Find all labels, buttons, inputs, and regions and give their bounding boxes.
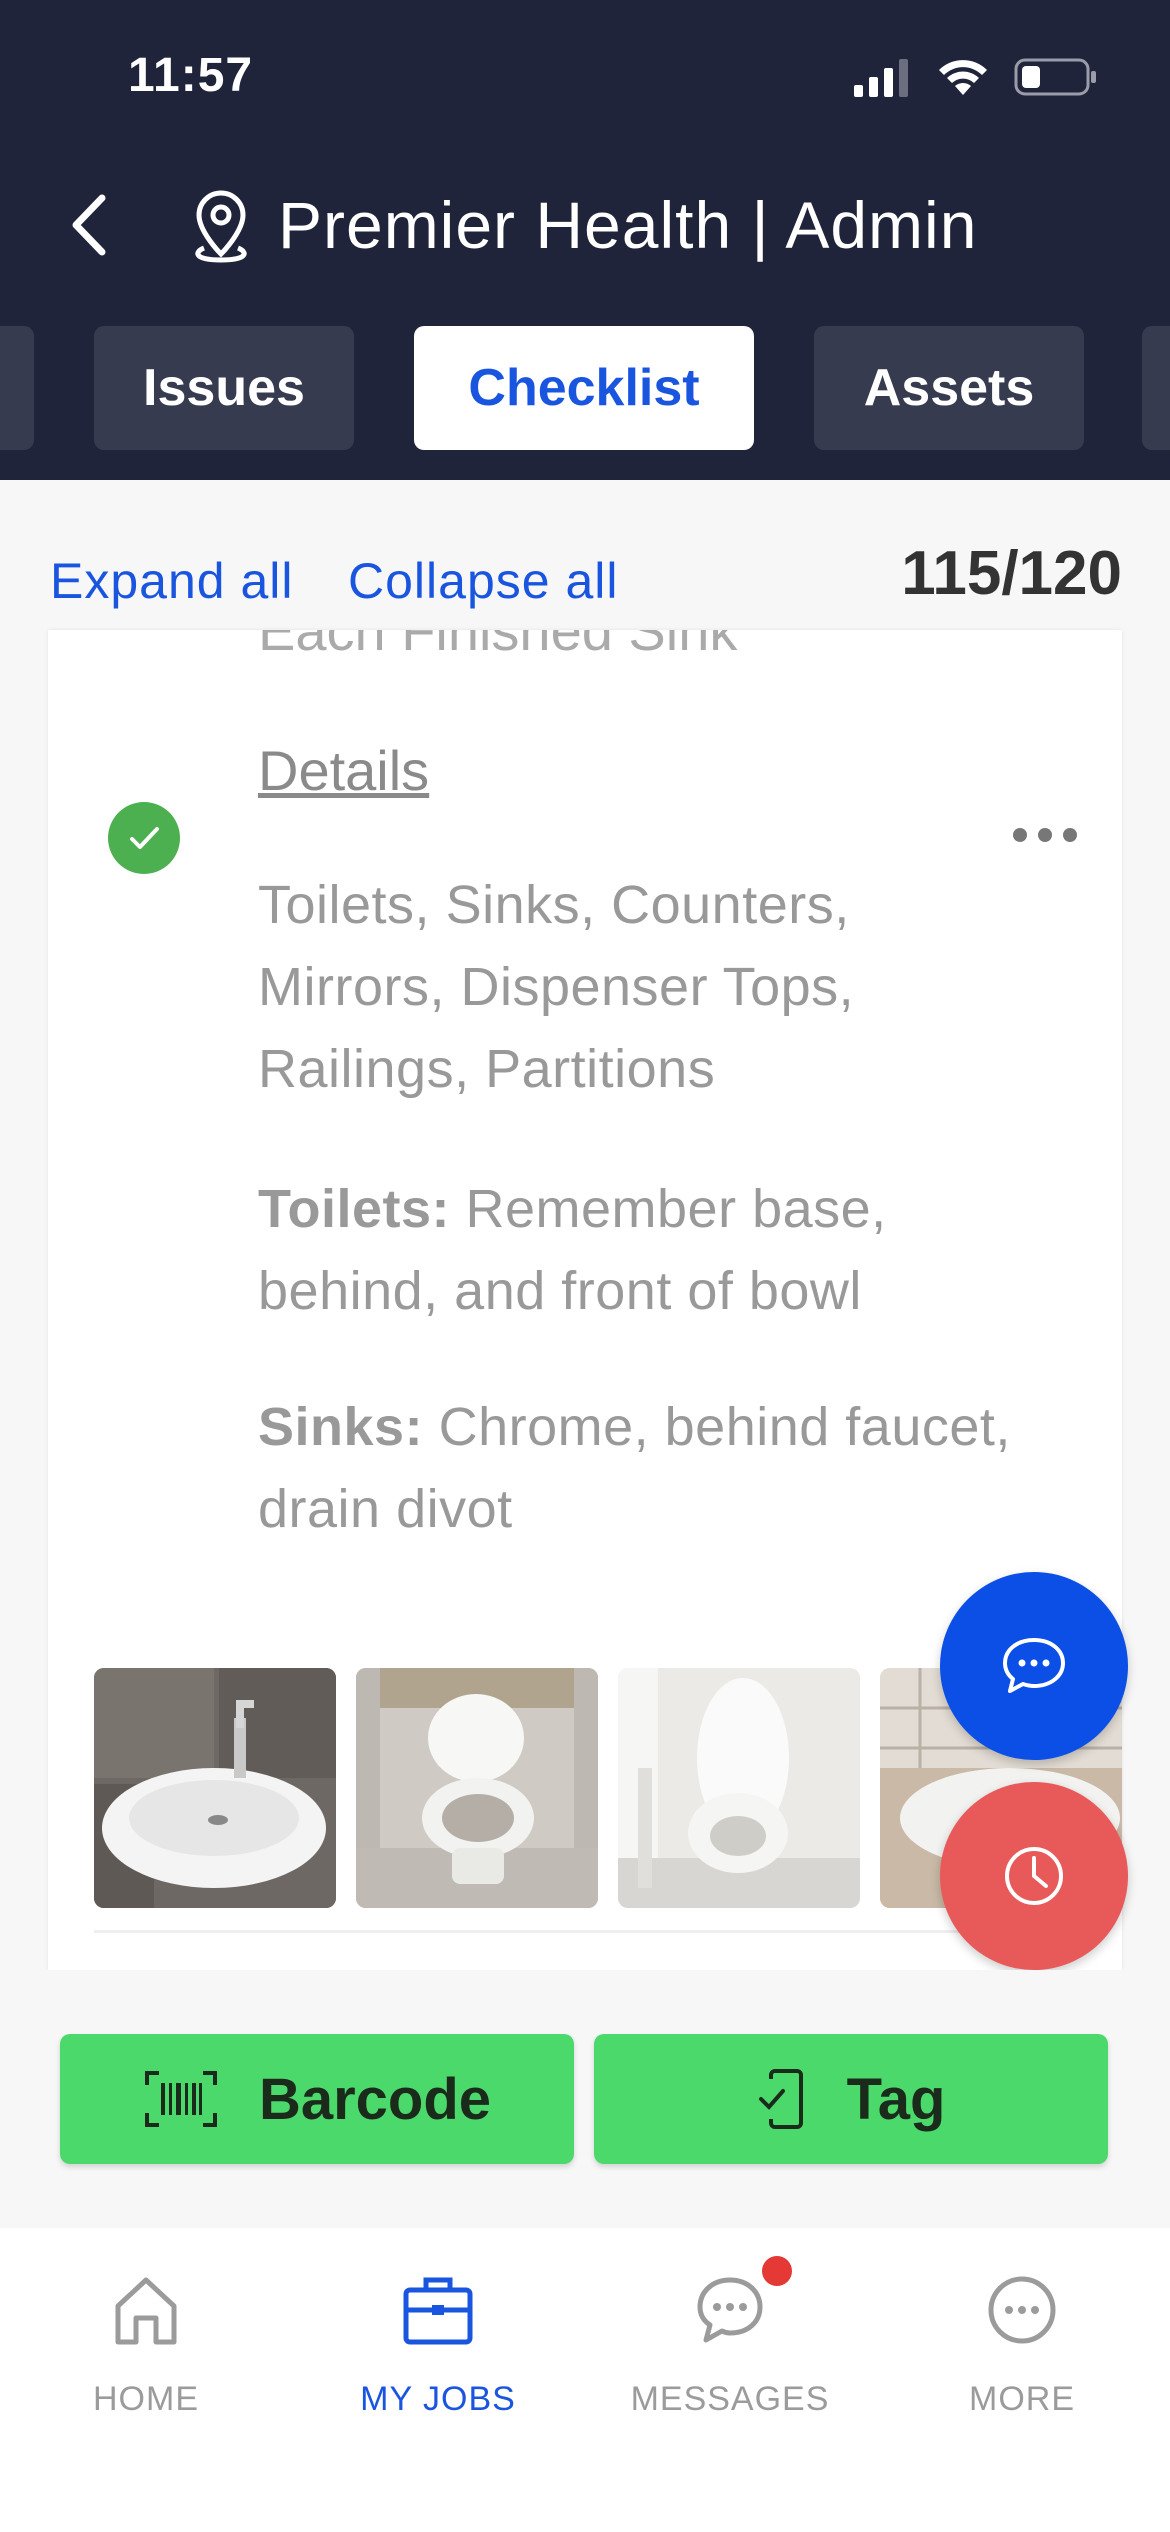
toilet-photo[interactable] (618, 1668, 860, 1908)
checklist-item-title: Each Finished Sink (258, 630, 738, 662)
briefcase-icon (403, 2277, 473, 2345)
nav-messages-label: MESSAGES (630, 2380, 830, 2418)
timer-fab[interactable] (940, 1782, 1128, 1970)
nav-home-label: HOME (93, 2380, 199, 2418)
card-divider (94, 1930, 1094, 1933)
nav-home[interactable]: HOME (0, 2272, 292, 2432)
checklist-item-card: Each Finished Sink Details Toilets, Sink… (48, 630, 1122, 1970)
app-header: 11:57 Premier Health | Admin Issues Chec… (0, 0, 1170, 480)
chat-bubble-icon (1003, 1638, 1065, 1693)
map-pin-icon (195, 190, 247, 263)
tab-issues[interactable]: Issues (94, 326, 354, 450)
nav-more[interactable]: MORE (876, 2272, 1168, 2432)
details-link[interactable]: Details (258, 738, 429, 803)
page-title: Premier Health | Admin (278, 188, 978, 262)
status-time: 11:57 (128, 49, 254, 102)
message-icon (697, 2277, 763, 2343)
bottom-nav: HOME MY JOBS MESSAGES MORE (0, 2228, 1170, 2532)
nav-messages[interactable]: MESSAGES (584, 2256, 876, 2432)
details-description: Toilets, Sinks, Counters, Mirrors, Dispe… (258, 875, 855, 1099)
nav-more-label: MORE (969, 2380, 1075, 2418)
tab-bar: Issues Checklist Assets (0, 326, 1170, 450)
chat-fab[interactable] (940, 1572, 1128, 1760)
tab-checklist[interactable]: Checklist (414, 326, 754, 450)
home-icon (115, 2277, 177, 2345)
battery-icon (1014, 58, 1096, 96)
toilets-note: Toilets: Remember base, behind, and fron… (258, 1168, 1018, 1332)
sinks-note: Sinks: Chrome, behind faucet, drain divo… (258, 1386, 1018, 1550)
nav-my-jobs-label: MY JOBS (360, 2380, 516, 2418)
chevron-left-icon[interactable] (62, 192, 122, 258)
more-options-icon[interactable] (1010, 820, 1080, 850)
progress-count: 115/120 (901, 539, 1122, 608)
toilet-photo[interactable] (356, 1668, 598, 1908)
tab-partial-left[interactable] (0, 326, 34, 450)
barcode-button[interactable]: Barcode (60, 2034, 574, 2164)
nav-my-jobs[interactable]: MY JOBS (292, 2272, 584, 2432)
tab-partial-right[interactable] (1142, 326, 1170, 450)
barcode-icon (144, 2071, 217, 2127)
collapse-all-link[interactable]: Collapse all (348, 552, 618, 610)
tab-assets[interactable]: Assets (814, 326, 1084, 450)
status-icons (852, 52, 1098, 102)
action-bar: Barcode Tag (0, 1970, 1170, 2228)
barcode-label: Barcode (258, 2066, 492, 2132)
tag-button[interactable]: Tag (594, 2034, 1108, 2164)
title-row: Premier Health | Admin (0, 170, 1170, 280)
sinks-label: Sinks: (258, 1397, 424, 1457)
tag-scan-icon (758, 2069, 803, 2129)
cellular-signal-icon (854, 59, 908, 97)
clock-icon (1005, 1847, 1063, 1905)
completed-check-icon[interactable] (108, 802, 180, 874)
more-icon (988, 2276, 1056, 2344)
unread-badge (762, 2256, 792, 2286)
checklist-toolbar: Expand all Collapse all 115/120 (0, 480, 1170, 630)
tag-label: Tag (846, 2066, 946, 2132)
wifi-icon (939, 60, 987, 95)
sink-photo[interactable] (94, 1668, 336, 1908)
expand-all-link[interactable]: Expand all (50, 552, 294, 610)
toilets-label: Toilets: (258, 1179, 450, 1239)
